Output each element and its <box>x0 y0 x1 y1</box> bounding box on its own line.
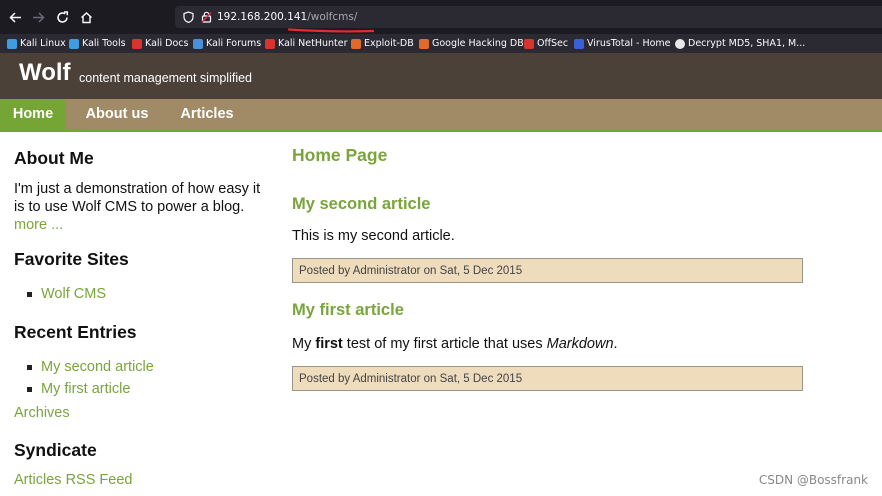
site-slogan: content management simplified <box>79 71 253 85</box>
article-body-first: My first test of my first article that u… <box>292 336 618 352</box>
bookmark-label: Decrypt MD5, SHA1, M... <box>688 38 806 49</box>
exploit-db-icon <box>351 38 361 49</box>
recent-link-second-article[interactable]: My second article <box>41 359 154 375</box>
url-path: /wolfcms/ <box>307 11 358 23</box>
bookmark-exploit-db[interactable]: Exploit-DB <box>351 34 414 53</box>
url-text[interactable]: 192.168.200.141/wolfcms/ <box>217 10 357 24</box>
forward-button[interactable] <box>29 8 47 26</box>
recent-entries-heading: Recent Entries <box>14 322 137 342</box>
article-body-second: This is my second article. <box>292 228 455 244</box>
bookmark-label: Google Hacking DB <box>432 38 524 49</box>
article-title-first[interactable]: My first article <box>292 301 404 320</box>
article-bold-text: first <box>315 336 343 352</box>
bookmark-label: Kali NetHunter <box>278 38 348 49</box>
favorites-heading: Favorite Sites <box>14 249 129 269</box>
archives-link[interactable]: Archives <box>14 405 70 421</box>
red-underline-annotation <box>288 28 374 33</box>
site-navigation: Home About us Articles <box>0 99 882 132</box>
csdn-watermark: CSDN @Bossfrank <box>758 473 868 487</box>
list-bullet <box>27 292 32 297</box>
list-bullet <box>27 365 32 370</box>
bookmark-kali-forums[interactable]: Kali Forums <box>193 34 261 53</box>
ghdb-icon <box>419 38 429 49</box>
home-icon <box>80 11 92 23</box>
bookmark-label: Kali Tools <box>82 38 126 49</box>
recent-link-first-article[interactable]: My first article <box>41 381 130 397</box>
article-title-second[interactable]: My second article <box>292 195 430 214</box>
kali-docs-icon <box>132 38 142 49</box>
about-more-link[interactable]: more ... <box>14 217 63 233</box>
bookmark-kali-tools[interactable]: Kali Tools <box>69 34 126 53</box>
article-info-second: Posted by Administrator on Sat, 5 Dec 20… <box>292 258 803 283</box>
favorite-link-wolf-cms[interactable]: Wolf CMS <box>41 286 106 302</box>
bookmark-offsec[interactable]: OffSec <box>524 34 568 53</box>
article-info-first: Posted by Administrator on Sat, 5 Dec 20… <box>292 366 803 391</box>
bookmarks-toolbar: Kali Linux Kali Tools Kali Docs Kali For… <box>0 34 882 53</box>
about-text-body: I'm just a demonstration of how easy it … <box>14 181 261 215</box>
offsec-icon <box>524 38 534 49</box>
home-button[interactable] <box>77 8 95 26</box>
about-heading: About Me <box>14 148 94 168</box>
reload-icon <box>56 10 68 23</box>
kali-dragon-icon <box>7 38 17 49</box>
url-host: 192.168.200.141 <box>217 11 308 23</box>
rss-feed-link[interactable]: Articles RSS Feed <box>14 472 132 488</box>
article-text: My <box>292 336 316 352</box>
decrypt-icon <box>675 38 685 49</box>
bookmark-label: OffSec <box>537 38 569 49</box>
site-logo[interactable]: Wolf <box>19 59 71 87</box>
bookmark-label: Kali Linux <box>20 38 66 49</box>
url-bar[interactable]: 192.168.200.141/wolfcms/ <box>175 6 882 28</box>
tracking-shield-icon[interactable] <box>181 10 195 24</box>
kali-forums-icon <box>193 38 203 49</box>
bookmark-label: VirusTotal - Home <box>587 38 671 49</box>
article-text: test of my first article that uses <box>342 336 547 352</box>
bookmark-label: Kali Docs <box>145 38 189 49</box>
bookmark-kali-linux[interactable]: Kali Linux <box>7 34 66 53</box>
nav-about-us[interactable]: About us <box>74 99 160 129</box>
syndicate-heading: Syndicate <box>14 440 97 460</box>
insecure-lock-icon[interactable] <box>199 10 213 24</box>
bookmark-kali-nethunter[interactable]: Kali NetHunter <box>265 34 348 53</box>
article-text: . <box>613 336 618 352</box>
nav-articles[interactable]: Articles <box>172 99 242 129</box>
nethunter-icon <box>265 38 275 49</box>
bookmark-virustotal[interactable]: VirusTotal - Home <box>574 34 671 53</box>
bookmark-google-hacking-db[interactable]: Google Hacking DB <box>419 34 524 53</box>
site-header: Wolf content management simplified <box>0 53 882 99</box>
forward-arrow-icon <box>32 11 45 23</box>
browser-toolbar: 192.168.200.141/wolfcms/ <box>0 0 882 34</box>
kali-dragon-icon <box>69 38 79 49</box>
page-title: Home Page <box>292 145 388 165</box>
reload-button[interactable] <box>53 8 71 26</box>
back-button[interactable] <box>6 8 24 26</box>
bookmark-label: Kali Forums <box>206 38 262 49</box>
article-italic-text: Markdown <box>546 336 614 352</box>
list-bullet <box>27 387 32 392</box>
bookmark-kali-docs[interactable]: Kali Docs <box>132 34 188 53</box>
back-arrow-icon <box>8 11 21 23</box>
virustotal-icon <box>574 38 584 49</box>
bookmark-label: Exploit-DB <box>364 38 414 49</box>
nav-home[interactable]: Home <box>0 99 66 129</box>
bookmark-decrypt-md5[interactable]: Decrypt MD5, SHA1, M... <box>675 34 805 53</box>
about-text: I'm just a demonstration of how easy it … <box>14 180 266 234</box>
